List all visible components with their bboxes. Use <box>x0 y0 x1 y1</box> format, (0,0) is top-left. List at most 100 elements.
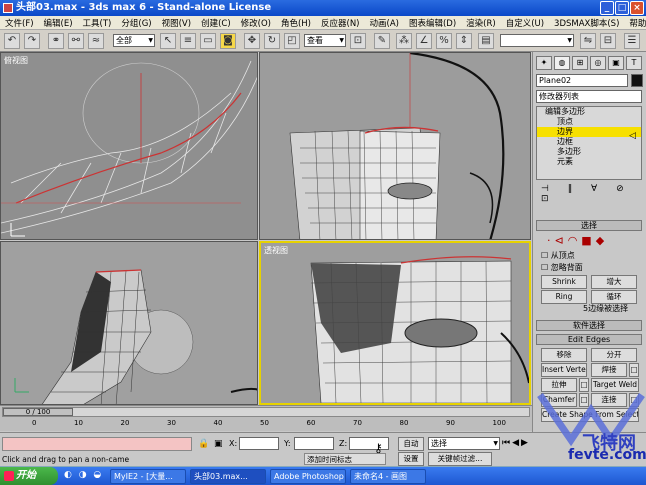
key-filters-button[interactable]: 关键帧过滤... <box>428 452 492 466</box>
time-slider-thumb[interactable]: 0 / 100 <box>3 408 73 416</box>
viewport-front[interactable] <box>259 52 531 240</box>
menu-views[interactable]: 视图(V) <box>157 17 196 29</box>
mirror-icon[interactable]: ⇋ <box>580 33 596 49</box>
stack-item-edge[interactable]: 边框 <box>537 137 641 147</box>
auto-key-button[interactable]: 自动 <box>398 437 424 451</box>
window-crossing-icon[interactable]: ◙ <box>220 33 236 49</box>
unlink-icon[interactable]: ⚯ <box>68 33 84 49</box>
grow-button[interactable]: 增大 <box>591 275 637 289</box>
menu-character[interactable]: 角色(H) <box>276 17 316 29</box>
modify-tab-icon[interactable]: ◍ <box>554 56 570 70</box>
menu-reactor[interactable]: 反应器(N) <box>316 17 365 29</box>
task-paint[interactable]: 未命名4 - 画图 <box>350 469 426 484</box>
modifier-list-dropdown[interactable]: 修改器列表 <box>536 90 642 103</box>
utilities-tab-icon[interactable]: T <box>626 56 642 70</box>
menu-customize[interactable]: 自定义(U) <box>501 17 549 29</box>
task-photoshop[interactable]: Adobe Photoshop <box>270 469 346 484</box>
viewport-left[interactable] <box>0 241 258 405</box>
y-coordinate-field[interactable] <box>294 437 334 450</box>
maxscript-listener[interactable] <box>2 437 192 451</box>
selection-filter-dropdown[interactable]: 全部 <box>113 34 155 47</box>
redo-icon[interactable]: ↷ <box>24 33 40 49</box>
menu-rendering[interactable]: 渲染(R) <box>461 17 501 29</box>
ref-coord-dropdown[interactable]: 查看 <box>304 34 346 47</box>
object-name-field[interactable]: Plane02 <box>536 74 628 87</box>
by-vertex-checkbox[interactable]: ☐ 从顶点 <box>541 250 575 261</box>
stack-item-border[interactable]: 边界 <box>537 127 641 137</box>
align-icon[interactable]: ⊟ <box>600 33 616 49</box>
menu-edit[interactable]: 编辑(E) <box>39 17 78 29</box>
display-tab-icon[interactable]: ▣ <box>608 56 624 70</box>
spinner-snap-icon[interactable]: ⇕ <box>456 33 472 49</box>
stack-item-polygon[interactable]: 多边形 <box>537 147 641 157</box>
move-icon[interactable]: ✥ <box>244 33 260 49</box>
scale-icon[interactable]: ◰ <box>284 33 300 49</box>
viewport-top[interactable]: 俯视图 <box>0 52 258 240</box>
task-myie2[interactable]: MyIE2 - [大量... <box>110 469 186 484</box>
snap-toggle-icon[interactable]: ⁂ <box>396 33 412 49</box>
menu-graph-editors[interactable]: 图表编辑(D) <box>404 17 461 29</box>
lock-selection-icon[interactable]: 🔒 <box>198 439 209 449</box>
weld-settings-button[interactable]: □ <box>629 363 639 377</box>
add-time-tag-button[interactable]: 添加时间标志 <box>304 453 386 465</box>
weld-button[interactable]: 焊接 <box>591 363 627 377</box>
menu-animation[interactable]: 动画(A) <box>365 17 404 29</box>
hierarchy-tab-icon[interactable]: ⊞ <box>572 56 588 70</box>
select-rollout-header[interactable]: 选择 <box>536 220 642 231</box>
ring-button[interactable]: Ring <box>541 290 587 304</box>
select-by-name-icon[interactable]: ≡ <box>180 33 196 49</box>
close-button[interactable]: × <box>630 1 644 15</box>
menu-file[interactable]: 文件(F) <box>0 17 39 29</box>
maximize-button[interactable]: □ <box>615 1 629 15</box>
stack-item-element[interactable]: 元素 <box>537 157 641 167</box>
pivot-icon[interactable]: ⊡ <box>350 33 366 49</box>
object-color-swatch[interactable] <box>631 74 643 87</box>
set-key-button[interactable]: 设置 <box>398 452 424 466</box>
select-manipulate-icon[interactable]: ✎ <box>374 33 390 49</box>
menu-create[interactable]: 创建(C) <box>196 17 236 29</box>
layer-manager-icon[interactable]: ☰ <box>624 33 640 49</box>
named-selection-icon[interactable]: ▤ <box>478 33 494 49</box>
minimize-button[interactable]: _ <box>600 1 614 15</box>
named-selection-dropdown[interactable] <box>500 34 574 47</box>
quick-launch-icons[interactable]: ◐ ◑ ◒ <box>64 470 103 480</box>
rect-selection-icon[interactable]: ▭ <box>200 33 216 49</box>
split-button[interactable]: 分开 <box>591 348 637 362</box>
percent-snap-icon[interactable]: % <box>436 33 452 49</box>
stack-tools-icons[interactable]: ⊣ ‖ ∀ ⊘ ⊡ <box>541 184 646 204</box>
remove-button[interactable]: 移除 <box>541 348 587 362</box>
stack-item-vertex[interactable]: 顶点 <box>537 117 641 127</box>
menu-help[interactable]: 帮助(H) <box>624 17 646 29</box>
menu-group[interactable]: 分组(G) <box>116 17 156 29</box>
x-coordinate-field[interactable] <box>239 437 279 450</box>
x-label: X: <box>229 439 238 448</box>
absolute-mode-icon[interactable]: ▣ <box>214 439 223 449</box>
soft-selection-rollout-header[interactable]: 软件选择 <box>536 320 642 331</box>
stack-item-edit-poly[interactable]: 编辑多边形 <box>537 107 641 117</box>
shrink-button[interactable]: Shrink <box>541 275 587 289</box>
key-selection-dropdown[interactable]: 选择 <box>428 437 500 450</box>
task-3dsmax[interactable]: 头部03.max... <box>190 469 266 484</box>
menu-modifiers[interactable]: 修改(O) <box>236 17 276 29</box>
bind-space-warp-icon[interactable]: ≈ <box>88 33 104 49</box>
timeline-ruler[interactable]: 0 10 20 30 40 50 60 70 80 90 100 <box>2 419 530 431</box>
create-tab-icon[interactable]: ✦ <box>536 56 552 70</box>
playback-controls-icons[interactable]: ⏮◀▶ <box>502 438 530 448</box>
rotate-icon[interactable]: ↻ <box>264 33 280 49</box>
ignore-backface-checkbox[interactable]: ☐ 忽略背面 <box>541 262 583 273</box>
loop-button[interactable]: 循环 <box>591 290 637 304</box>
z-coordinate-field[interactable] <box>349 437 389 450</box>
angle-snap-icon[interactable]: ∠ <box>416 33 432 49</box>
insert-vertex-button[interactable]: Insert Vertex <box>541 363 587 377</box>
menu-tools[interactable]: 工具(T) <box>78 17 117 29</box>
subobject-level-icons[interactable]: ·⊲◠■◆ <box>547 234 608 247</box>
undo-icon[interactable]: ↶ <box>4 33 20 49</box>
menu-maxscript[interactable]: 3DSMAX脚本(S) <box>549 17 624 29</box>
edit-edges-rollout-header[interactable]: Edit Edges <box>536 334 642 345</box>
link-icon[interactable]: ⚭ <box>48 33 64 49</box>
time-slider-track[interactable]: 0 / 100 <box>2 407 530 417</box>
viewport-perspective[interactable]: 透视图 <box>259 241 531 405</box>
menu-bar: 文件(F) 编辑(E) 工具(T) 分组(G) 视图(V) 创建(C) 修改(O… <box>0 16 646 30</box>
select-object-icon[interactable]: ↖ <box>160 33 176 49</box>
motion-tab-icon[interactable]: ◎ <box>590 56 606 70</box>
